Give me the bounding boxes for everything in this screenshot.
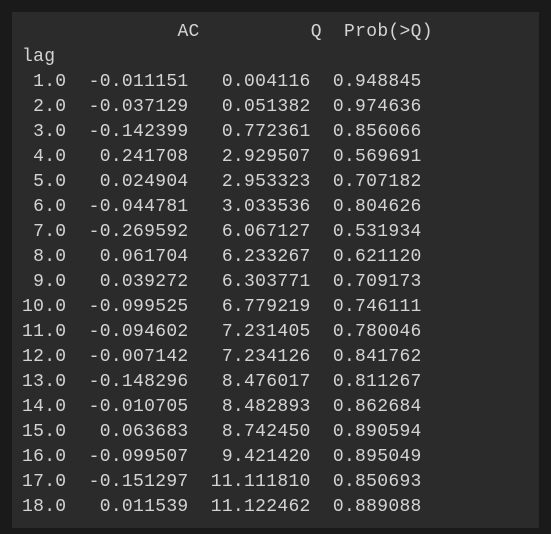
- index-label: lag: [22, 47, 55, 67]
- table-body: 1.0 -0.011151 0.004116 0.948845 2.0 -0.0…: [22, 72, 422, 517]
- header-ac: AC: [177, 22, 199, 42]
- header-row: AC Q Prob(>Q): [22, 22, 433, 42]
- header-q: Q: [311, 22, 322, 42]
- header-prob: Prob(>Q): [344, 22, 433, 42]
- terminal-output: AC Q Prob(>Q) lag 1.0 -0.011151 0.004116…: [12, 12, 539, 528]
